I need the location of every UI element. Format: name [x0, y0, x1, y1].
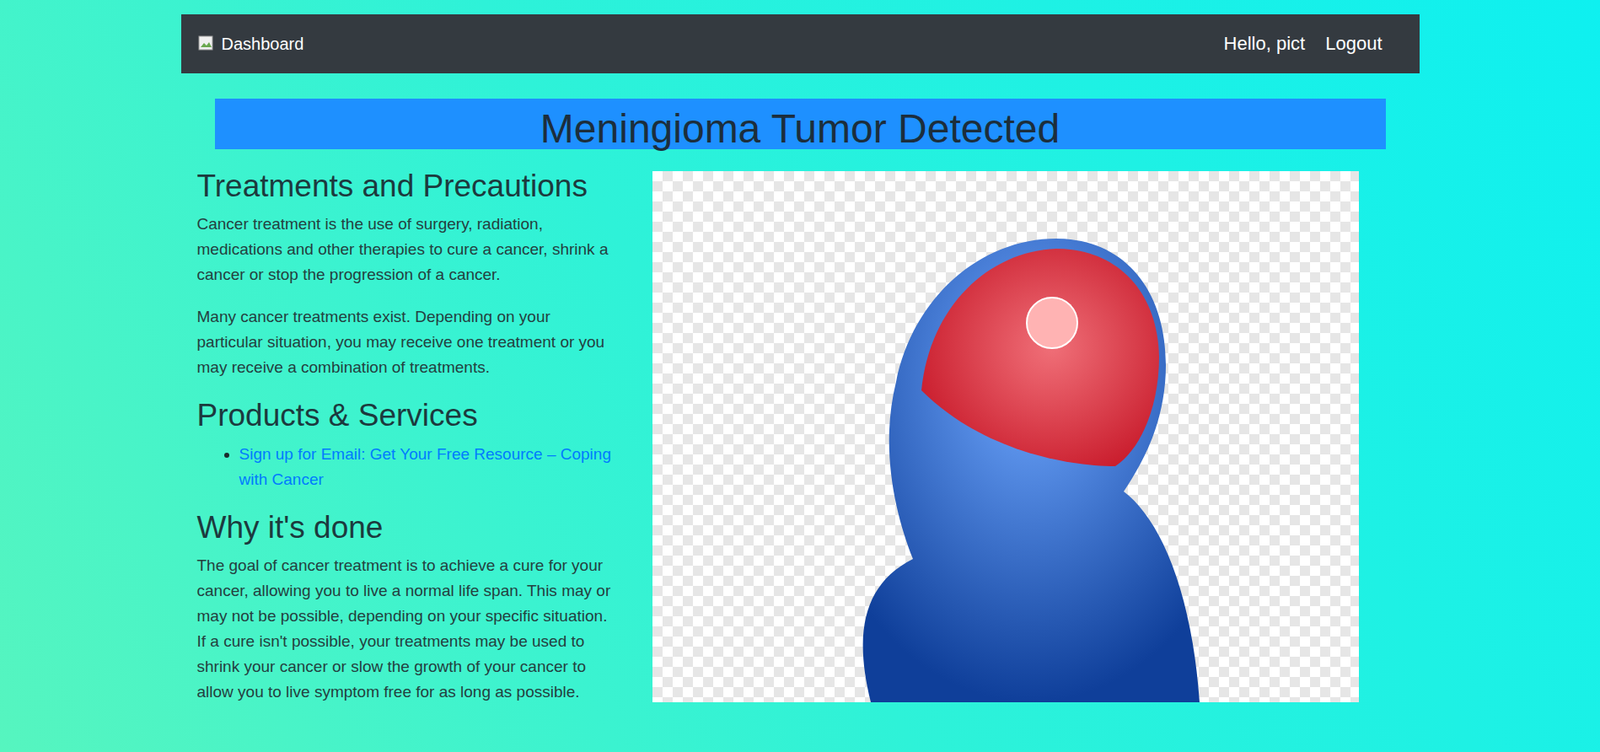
greeting: Hello, pict — [1224, 32, 1306, 55]
section-paragraph: The goal of cancer treatment is to achie… — [197, 553, 621, 705]
info-section: Why it's done The goal of cancer treatmen… — [197, 509, 621, 705]
info-section: Treatments and Precautions Cancer treatme… — [197, 167, 621, 381]
link-list: Sign up for Email: Get Your Free Resourc… — [197, 441, 621, 493]
brain-illustration — [769, 196, 1242, 703]
section-paragraph: Many cancer treatments exist. Depending … — [197, 304, 621, 381]
nav-right: Hello, pict Logout — [1224, 32, 1383, 55]
logout-link[interactable]: Logout — [1325, 32, 1382, 55]
section-paragraph: Cancer treatment is the use of surgery, … — [197, 211, 621, 288]
resource-link[interactable]: Sign up for Email: Get Your Free Resourc… — [239, 445, 612, 489]
section-heading: Products & Services — [197, 397, 621, 435]
result-banner: Meningioma Tumor Detected — [214, 98, 1386, 150]
tumor-picture — [652, 171, 1359, 703]
link-item: Sign up for Email: Get Your Free Resourc… — [239, 441, 621, 493]
page: Dashboard Hello, pict Logout Meningioma Tum… — [181, 0, 1420, 722]
content-row: Treatments and Precautions Cancer treatme… — [181, 167, 1420, 722]
navbar: Dashboard Hello, pict Logout — [181, 14, 1420, 74]
broken-image-icon — [198, 35, 215, 53]
section-heading: Why it's done — [197, 509, 621, 547]
info-column: Treatments and Precautions Cancer treatme… — [197, 167, 621, 722]
section-heading: Treatments and Precautions — [197, 167, 621, 205]
result-title: Meningioma Tumor Detected — [540, 103, 1060, 155]
info-section: Products & Services Sign up for Email: Ge… — [197, 397, 621, 492]
brand-link[interactable]: Dashboard — [198, 34, 305, 54]
